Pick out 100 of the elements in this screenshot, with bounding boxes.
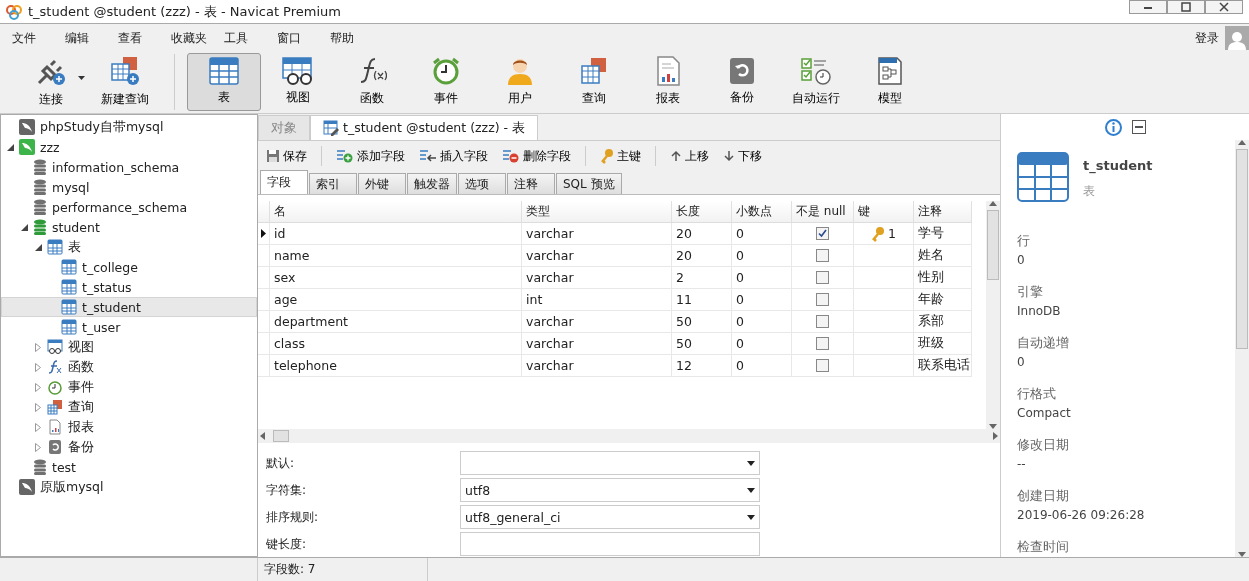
- tree-item[interactable]: student: [1, 217, 257, 237]
- tree-item[interactable]: information_schema: [1, 157, 257, 177]
- tree-item[interactable]: 查询: [1, 397, 257, 417]
- checkbox[interactable]: [816, 271, 829, 284]
- arrow-up-icon: [670, 150, 682, 162]
- checkbox[interactable]: [816, 359, 829, 372]
- checkbox[interactable]: [816, 315, 829, 328]
- expanded-arrow-icon[interactable]: [34, 243, 42, 251]
- dropdown-arrow-icon[interactable]: [747, 487, 755, 493]
- scroll-left-icon[interactable]: [260, 432, 265, 440]
- scroll-thumb[interactable]: [1236, 149, 1248, 349]
- select-field[interactable]: utf8: [460, 478, 760, 502]
- scroll-up-icon[interactable]: [1238, 140, 1246, 145]
- column-header[interactable]: 名: [270, 201, 522, 223]
- maximize-button[interactable]: [1167, 0, 1205, 14]
- menu-item[interactable]: 帮助: [330, 29, 383, 47]
- tab[interactable]: 字段: [260, 170, 308, 194]
- login-link[interactable]: 登录: [1195, 29, 1219, 47]
- menu-item[interactable]: 工具: [224, 29, 277, 47]
- toolbar-button[interactable]: 模型: [853, 52, 927, 111]
- checkbox[interactable]: [816, 293, 829, 306]
- dropdown-arrow-icon[interactable]: [747, 514, 755, 520]
- tree-item[interactable]: mysql: [1, 177, 257, 197]
- checkbox[interactable]: [816, 337, 829, 350]
- menu-item[interactable]: 收藏夹: [171, 29, 224, 47]
- tree-item[interactable]: 备份: [1, 437, 257, 457]
- column-header[interactable]: 类型: [522, 201, 672, 223]
- tree-item[interactable]: 视图: [1, 337, 257, 357]
- toolbar-button[interactable]: 自动运行: [779, 52, 853, 111]
- property-label: 修改日期: [1017, 436, 1070, 454]
- select-field[interactable]: [460, 451, 760, 475]
- tree-item[interactable]: zzz: [1, 137, 257, 157]
- toolbar-button[interactable]: 用户: [483, 52, 557, 111]
- close-button[interactable]: [1205, 0, 1243, 14]
- expanded-arrow-icon[interactable]: [20, 223, 28, 231]
- info-icon[interactable]: [1104, 118, 1122, 136]
- tab[interactable]: 选项: [458, 173, 506, 194]
- column-header[interactable]: 不是 null: [792, 201, 854, 223]
- toolbar-button[interactable]: 查询: [557, 52, 631, 111]
- tree-item[interactable]: 报表: [1, 417, 257, 437]
- menu-item[interactable]: 窗口: [277, 29, 330, 47]
- checkbox[interactable]: [816, 227, 829, 240]
- toolbar-button[interactable]: 连接: [14, 52, 88, 111]
- menu-item[interactable]: 编辑: [65, 29, 118, 47]
- caret-icon[interactable]: [78, 75, 85, 80]
- tab[interactable]: 外键: [358, 173, 406, 194]
- column-header[interactable]: 注释: [914, 201, 972, 223]
- tab[interactable]: 索引: [309, 173, 357, 194]
- toolbar-button[interactable]: 表: [187, 52, 261, 111]
- avatar-icon[interactable]: [1225, 26, 1249, 50]
- vertical-scrollbar[interactable]: [1235, 140, 1249, 557]
- toolbar-button[interactable]: 添加字段: [334, 147, 407, 165]
- toolbar-button[interactable]: 视图: [261, 52, 335, 111]
- vertical-scrollbar[interactable]: [986, 201, 1000, 429]
- window-title: t_student @student (zzz) - 表 - Navicat Premium: [28, 2, 341, 21]
- tab[interactable]: t_student @student (zzz) - 表: [310, 115, 539, 140]
- tab[interactable]: SQL 预览: [556, 173, 622, 194]
- select-field[interactable]: utf8_general_ci: [460, 505, 760, 529]
- toolbar-button[interactable]: 插入字段: [417, 147, 490, 165]
- toolbar-button[interactable]: 备份: [705, 52, 779, 111]
- minimize-button[interactable]: [1129, 0, 1167, 14]
- tree-item[interactable]: 原版mysql: [1, 477, 257, 497]
- tree-item[interactable]: phpStudy自带mysql: [1, 117, 257, 137]
- input-field[interactable]: [460, 532, 760, 556]
- row-header[interactable]: [258, 223, 270, 245]
- ddl-icon[interactable]: [1131, 120, 1146, 134]
- tab[interactable]: 触发器: [407, 173, 457, 194]
- menu-item[interactable]: 查看: [118, 29, 171, 47]
- tree-item[interactable]: 函数: [1, 357, 257, 377]
- expanded-arrow-icon[interactable]: [6, 143, 14, 151]
- toolbar-button[interactable]: 报表: [631, 52, 705, 111]
- toolbar-button[interactable]: 事件: [409, 52, 483, 111]
- toolbar-button[interactable]: 保存: [264, 147, 309, 165]
- dropdown-arrow-icon[interactable]: [747, 460, 755, 466]
- tree-item[interactable]: t_college: [1, 257, 257, 277]
- object-name: t_student: [1083, 158, 1153, 173]
- tab[interactable]: 注释: [507, 173, 555, 194]
- horizontal-scrollbar[interactable]: [258, 429, 1000, 443]
- scroll-thumb[interactable]: [987, 210, 999, 280]
- tree-item[interactable]: performance_schema: [1, 197, 257, 217]
- toolbar-button[interactable]: 删除字段: [500, 147, 573, 165]
- toolbar-button[interactable]: 上移: [668, 147, 711, 165]
- toolbar-button[interactable]: 主键: [598, 147, 643, 165]
- scroll-thumb[interactable]: [273, 430, 289, 442]
- checkbox[interactable]: [816, 249, 829, 262]
- column-header[interactable]: 键: [854, 201, 914, 223]
- tree-item[interactable]: t_student: [1, 297, 257, 317]
- toolbar-button[interactable]: 函数: [335, 52, 409, 111]
- tree-item[interactable]: 事件: [1, 377, 257, 397]
- column-header[interactable]: 小数点: [732, 201, 792, 223]
- toolbar-button[interactable]: 新建查询: [88, 52, 162, 111]
- tree-item[interactable]: t_user: [1, 317, 257, 337]
- column-header[interactable]: 长度: [672, 201, 732, 223]
- tree-item[interactable]: test: [1, 457, 257, 477]
- scroll-right-icon[interactable]: [993, 432, 998, 440]
- tree-item[interactable]: t_status: [1, 277, 257, 297]
- scroll-up-icon[interactable]: [989, 201, 997, 206]
- toolbar-button[interactable]: 下移: [721, 147, 764, 165]
- menu-item[interactable]: 文件: [12, 29, 65, 47]
- tree-item[interactable]: 表: [1, 237, 257, 257]
